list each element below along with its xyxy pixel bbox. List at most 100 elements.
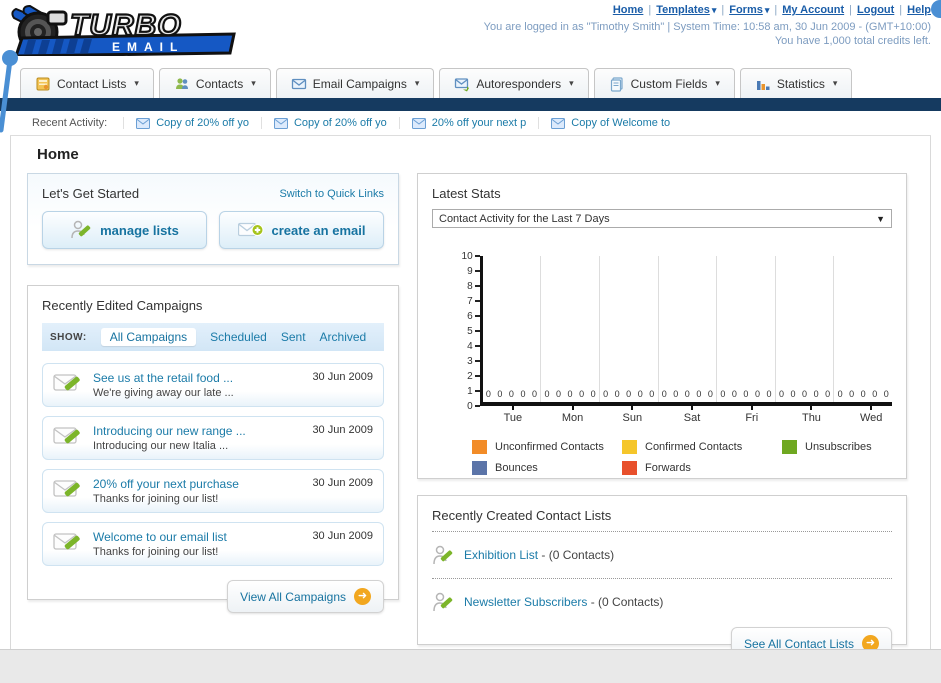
campaign-date: 30 Jun 2009 <box>312 477 373 489</box>
top-navigation: Home | Templates ▾ | Forms ▾ | My Account | Logout… <box>613 4 931 16</box>
nav-link-home[interactable]: Home <box>613 4 644 16</box>
nav-separator: | <box>774 4 778 16</box>
tab-contact-lists[interactable]: Contact Lists ▾ <box>20 68 154 98</box>
filter-scheduled[interactable]: Scheduled <box>210 330 267 344</box>
chart-y-axis: 0 1 2 3 4 5 6 7 8 9 10 <box>454 251 480 412</box>
dotted-divider <box>432 531 892 532</box>
data-value-label: 0 <box>707 389 713 399</box>
show-label: SHOW: <box>50 331 87 343</box>
tab-email-campaigns[interactable]: Email Campaigns ▾ <box>275 68 435 98</box>
chevron-down-icon: ▼ <box>876 213 885 224</box>
data-value-label: 0 <box>626 389 632 399</box>
turbo-email-logo: TURBO EMAIL <box>8 4 238 58</box>
filter-sent[interactable]: Sent <box>281 330 306 344</box>
view-all-campaigns-label: View All Campaigns <box>240 589 346 604</box>
nav-link-my-account[interactable]: My Account <box>782 4 844 16</box>
tab-label: Contact Lists <box>57 76 127 91</box>
recent-activity-item[interactable]: Copy of 20% off yo <box>260 117 399 129</box>
campaign-row[interactable]: See us at the retail food ... We're givi… <box>42 363 384 407</box>
campaign-row[interactable]: Welcome to our email list Thanks for joi… <box>42 522 384 566</box>
data-value-label: 0 <box>883 389 889 399</box>
data-value-label: 0 <box>508 389 514 399</box>
filter-archived[interactable]: Archived <box>320 330 367 344</box>
data-value-label: 0 <box>720 389 726 399</box>
campaign-row[interactable]: 20% off your next purchase Thanks for jo… <box>42 469 384 513</box>
tab-autoresponders[interactable]: Autoresponders ▾ <box>439 68 589 98</box>
contact-list-row[interactable]: Newsletter Subscribers - (0 Contacts) <box>432 587 892 617</box>
switch-to-quick-links[interactable]: Switch to Quick Links <box>279 188 384 200</box>
data-value-label: 0 <box>696 389 702 399</box>
nav-link-logout[interactable]: Logout <box>857 4 894 16</box>
data-value-label: 0 <box>790 389 796 399</box>
recent-activity-item[interactable]: 20% off your next p <box>398 117 539 129</box>
tab-label: Custom Fields <box>630 76 708 91</box>
stats-period-select[interactable]: Contact Activity for the Last 7 Days ▼ <box>432 209 892 228</box>
footer-strip <box>0 649 941 683</box>
statistics-icon <box>756 80 770 90</box>
legend-confirmed-contacts: Confirmed Contacts <box>622 440 782 454</box>
legend-label: Unsubscribes <box>805 441 872 453</box>
campaign-title-link[interactable]: Welcome to our email list <box>93 530 302 544</box>
email-icon <box>273 117 288 129</box>
y-tick: 2 <box>467 370 480 382</box>
nav-link-templates[interactable]: Templates <box>656 4 710 16</box>
campaign-date: 30 Jun 2009 <box>312 424 373 436</box>
campaign-title-link[interactable]: 20% off your next purchase <box>93 477 302 491</box>
filter-all-campaigns[interactable]: All Campaigns <box>100 328 197 346</box>
data-value-label: 0 <box>825 389 831 399</box>
logo-text-email: EMAIL <box>112 40 184 54</box>
nav-separator: | <box>899 4 903 16</box>
tab-custom-fields[interactable]: Custom Fields ▾ <box>593 68 735 98</box>
nav-link-help[interactable]: Help <box>907 4 931 16</box>
contacts-icon <box>175 77 188 89</box>
chart-day-group: 00000 <box>600 256 659 402</box>
recent-contact-lists-panel: Recently Created Contact Lists Exhibitio… <box>417 495 907 660</box>
login-info: You are logged in as "Timothy Smith" | S… <box>484 20 931 48</box>
chart-day-group: 00000 <box>483 256 542 402</box>
campaign-title-link[interactable]: See us at the retail food ... <box>93 371 302 385</box>
campaign-date: 30 Jun 2009 <box>312 371 373 383</box>
data-value-label: 0 <box>779 389 785 399</box>
chevron-down-icon: ▾ <box>711 5 717 15</box>
campaign-row[interactable]: Introducing our new range ... Introducin… <box>42 416 384 460</box>
contact-list-link[interactable]: Newsletter Subscribers <box>464 595 587 609</box>
email-icon <box>551 117 566 129</box>
nav-link-forms[interactable]: Forms <box>729 4 763 16</box>
legend-swatch <box>622 440 637 454</box>
tab-label: Email Campaigns <box>312 76 407 91</box>
tab-label: Statistics <box>776 76 825 91</box>
data-value-label: 0 <box>661 389 667 399</box>
legend-swatch <box>622 461 637 475</box>
campaign-date: 30 Jun 2009 <box>312 530 373 542</box>
x-tick-label: Wed <box>841 406 901 424</box>
contact-list-row[interactable]: Exhibition List - (0 Contacts) <box>432 540 892 570</box>
legend-swatch <box>472 461 487 475</box>
data-value-label: 0 <box>860 389 866 399</box>
manage-lists-button[interactable]: manage lists <box>42 211 207 249</box>
y-tick: 9 <box>467 265 480 277</box>
logo-graphic: TURBO EMAIL <box>11 4 236 58</box>
chart-day-group: 00000 <box>717 256 776 402</box>
contact-list-link[interactable]: Exhibition List <box>464 548 538 562</box>
envelope-pencil-icon <box>53 533 80 550</box>
data-value-label: 0 <box>590 389 596 399</box>
recent-activity-item[interactable]: Copy of 20% off yo <box>123 117 261 129</box>
y-tick: 7 <box>467 295 480 307</box>
tab-statistics[interactable]: Statistics ▾ <box>739 68 853 98</box>
legend-label: Forwards <box>645 462 691 474</box>
person-pencil-icon <box>71 220 91 239</box>
legend-label: Bounces <box>495 462 538 474</box>
y-tick: 6 <box>467 310 480 322</box>
chevron-down-icon: ▾ <box>414 78 420 88</box>
data-value-label: 0 <box>579 389 585 399</box>
y-tick: 8 <box>467 280 480 292</box>
latest-stats-title: Latest Stats <box>432 186 501 201</box>
recent-activity-item[interactable]: Copy of Welcome to <box>538 117 682 129</box>
x-tick-label: Sat <box>662 406 722 424</box>
y-tick: 5 <box>467 325 480 337</box>
tab-contacts[interactable]: Contacts ▾ <box>158 68 271 98</box>
campaign-title-link[interactable]: Introducing our new range ... <box>93 424 302 438</box>
view-all-campaigns-button[interactable]: View All Campaigns ➜ <box>227 580 384 613</box>
create-email-button[interactable]: create an email <box>219 211 384 249</box>
y-tick: 3 <box>467 355 480 367</box>
